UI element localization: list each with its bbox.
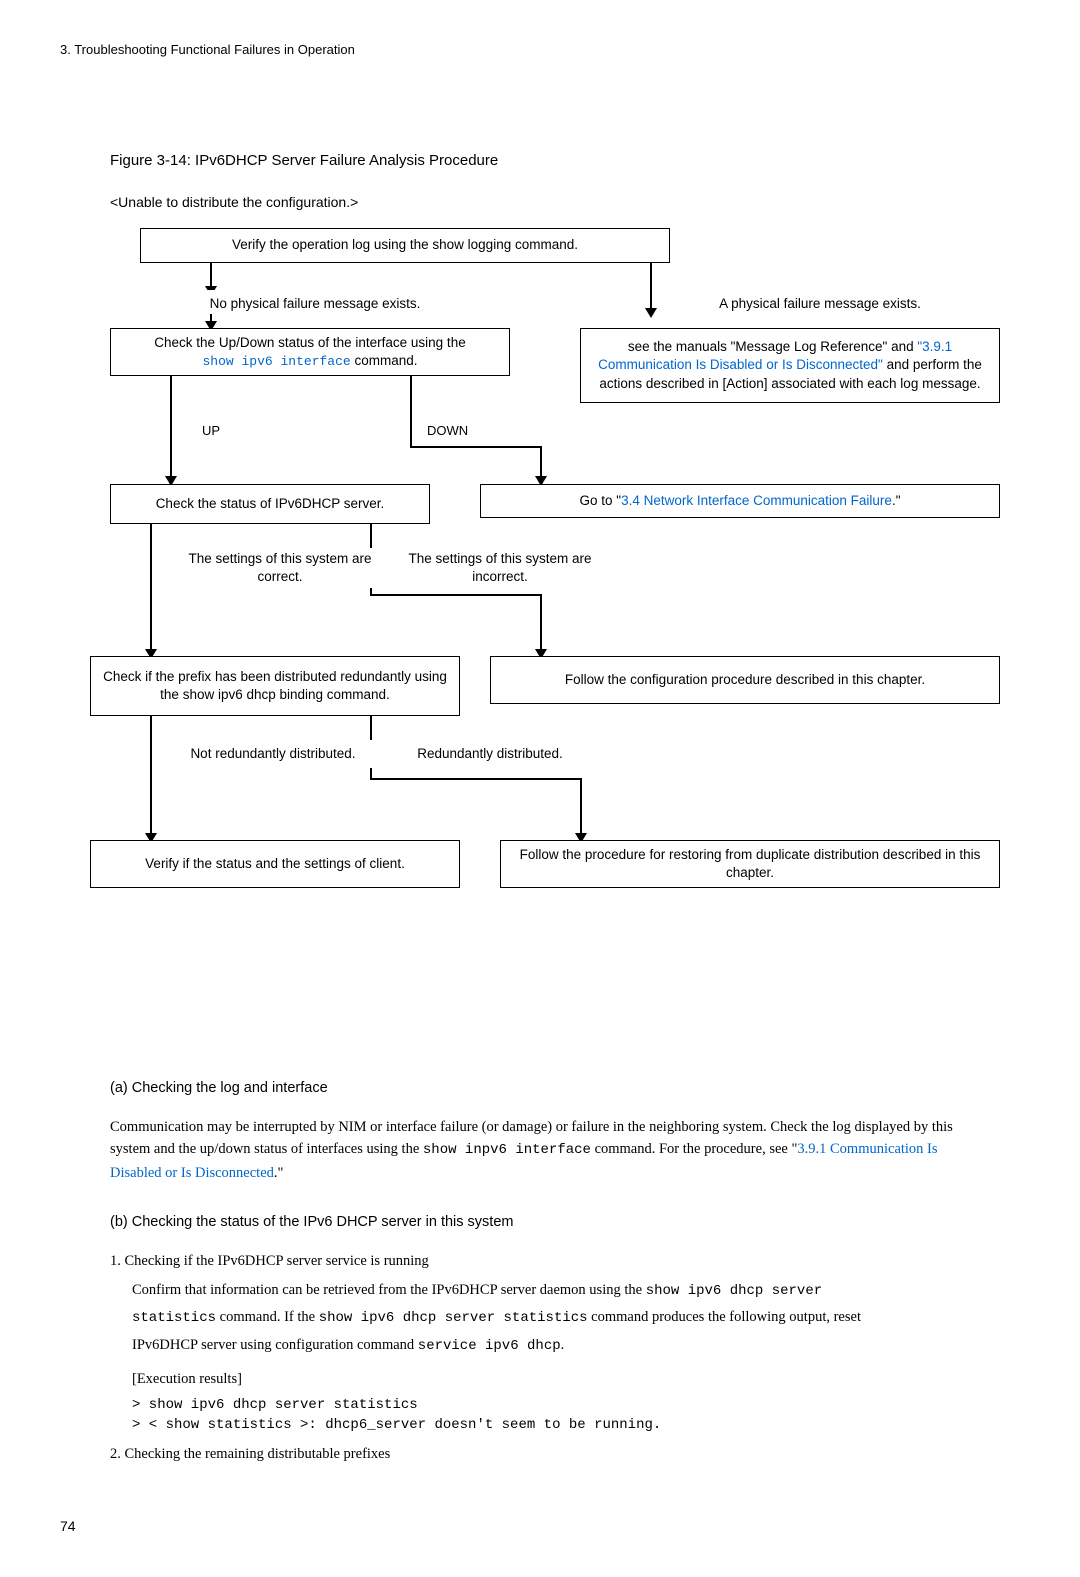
- page-number: 74: [60, 1516, 1020, 1537]
- flowchart-box-verify-client: Verify if the status and the settings of…: [90, 840, 460, 888]
- arrow-line: [410, 446, 542, 448]
- label-down: DOWN: [425, 421, 470, 441]
- list-body: Confirm that information can be retrieve…: [132, 1279, 970, 1303]
- box-text: Check the Up/Down status of the interfac…: [154, 335, 465, 350]
- box-text: see the manuals "Message Log Reference" …: [628, 339, 918, 354]
- body-text: command. If the: [216, 1309, 319, 1325]
- flowchart-box-verify-log: Verify the operation log using the show …: [140, 228, 670, 263]
- code-line: > < show statistics >: dhcp6_server does…: [132, 1417, 661, 1433]
- flowchart-label-settings-incorrect: The settings of this system are incorrec…: [395, 548, 605, 588]
- command-text: service ipv6 dhcp: [418, 1338, 561, 1354]
- arrow-line: [370, 778, 582, 780]
- body-text: command. For the procedure, see ": [591, 1141, 797, 1157]
- section-a-paragraph: Communication may be interrupted by NIM …: [110, 1116, 970, 1185]
- flowchart-label-physical-exists: A physical failure message exists.: [680, 290, 960, 318]
- arrow-line: [150, 716, 152, 838]
- arrow-head-icon: [645, 308, 657, 318]
- list-item-2: 2. Checking the remaining distributable …: [110, 1443, 970, 1465]
- arrow-line: [370, 594, 542, 596]
- code-block: > show ipv6 dhcp server statistics > < s…: [132, 1396, 1020, 1435]
- body-text: command produces the following output, r…: [588, 1309, 861, 1325]
- flowchart-label-no-physical: No physical failure message exists.: [170, 290, 460, 318]
- command-text: show inpv6 interface: [423, 1142, 591, 1158]
- list-body: IPv6DHCP server using configuration comm…: [132, 1334, 970, 1358]
- command-text: show ipv6 interface: [202, 354, 350, 369]
- flowchart-label-redundant: Redundantly distributed.: [395, 740, 585, 768]
- flowchart-box-follow-config: Follow the configuration procedure descr…: [490, 656, 1000, 704]
- label-up: UP: [200, 421, 222, 441]
- flowchart-label-settings-correct: The settings of this system are correct.: [175, 548, 385, 588]
- link-text: 3.4 Network Interface Communication Fail…: [621, 493, 892, 508]
- command-text: show ipv6 dhcp server: [646, 1283, 822, 1299]
- body-text: .: [561, 1337, 565, 1353]
- arrow-line: [650, 263, 652, 313]
- page-header: 3. Troubleshooting Functional Failures i…: [60, 40, 1020, 60]
- list-item-1: 1. Checking if the IPv6DHCP server servi…: [110, 1250, 970, 1272]
- body-text: .": [274, 1165, 284, 1181]
- flowchart-box-check-interface: Check the Up/Down status of the interfac…: [110, 328, 510, 376]
- figure-subtitle: <Unable to distribute the configuration.…: [110, 192, 1020, 213]
- arrow-line: [580, 778, 582, 838]
- flowchart-box-goto-network-failure: Go to "3.4 Network Interface Communicati…: [480, 484, 1000, 518]
- box-text: Go to ": [580, 493, 622, 508]
- arrow-line: [170, 376, 172, 481]
- flowchart-box-check-dhcp-status: Check the status of IPv6DHCP server.: [110, 484, 430, 524]
- command-text: show ipv6 dhcp server statistics: [319, 1310, 588, 1326]
- box-text: command.: [351, 353, 418, 368]
- arrow-line: [540, 594, 542, 654]
- list-body: statistics command. If the show ipv6 dhc…: [132, 1306, 970, 1330]
- section-a-heading: (a) Checking the log and interface: [110, 1078, 1020, 1100]
- section-b-heading: (b) Checking the status of the IPv6 DHCP…: [110, 1212, 1020, 1234]
- figure-title: Figure 3-14: IPv6DHCP Server Failure Ana…: [110, 150, 1020, 173]
- flowchart-box-follow-restore: Follow the procedure for restoring from …: [500, 840, 1000, 888]
- body-text: IPv6DHCP server using configuration comm…: [132, 1337, 418, 1353]
- arrow-line: [150, 524, 152, 654]
- code-line: > show ipv6 dhcp server statistics: [132, 1397, 418, 1413]
- arrow-line: [410, 376, 412, 446]
- body-text: Confirm that information can be retrieve…: [132, 1282, 646, 1298]
- flowchart-diagram: Verify the operation log using the show …: [60, 228, 1020, 1048]
- command-text: statistics: [132, 1310, 216, 1326]
- box-text: .": [892, 493, 901, 508]
- flowchart-box-see-manuals: see the manuals "Message Log Reference" …: [580, 328, 1000, 403]
- execution-results-label: [Execution results]: [132, 1368, 970, 1390]
- flowchart-label-not-redundant: Not redundantly distributed.: [168, 740, 378, 768]
- flowchart-box-check-prefix: Check if the prefix has been distributed…: [90, 656, 460, 716]
